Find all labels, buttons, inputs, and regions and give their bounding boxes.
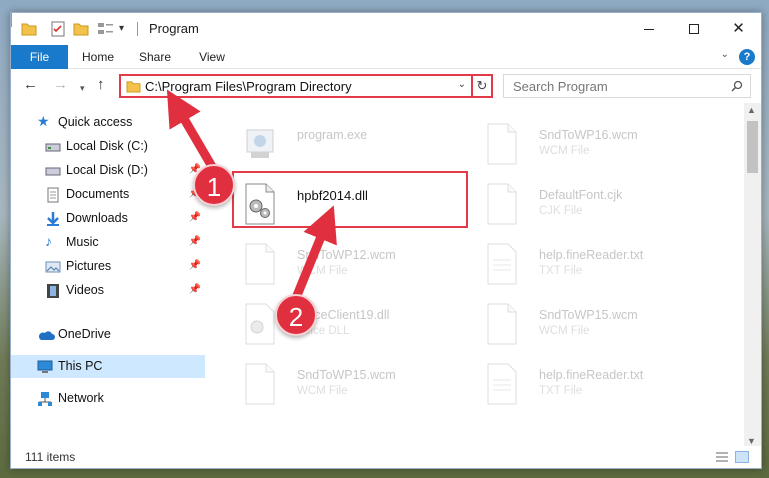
pin-icon[interactable]: 📌: [189, 260, 201, 271]
forward-arrow-icon[interactable]: →: [53, 77, 68, 93]
file-item[interactable]: help.fineReader.txt TXT File: [483, 357, 723, 415]
address-bar[interactable]: C:\Program Files\Program Directory ⌄: [119, 74, 473, 98]
file-icon: [245, 243, 275, 285]
customize-toolbar-chevron-icon[interactable]: ▾: [119, 21, 129, 37]
view-options-icon[interactable]: [97, 21, 115, 37]
downloads-icon: [47, 212, 59, 226]
sidebar-item-music[interactable]: ♪ Music 📌: [11, 231, 205, 254]
dll-gear-icon: [245, 303, 275, 345]
scroll-up-arrow-icon[interactable]: ▲: [747, 105, 756, 115]
up-arrow-icon[interactable]: ↑: [97, 77, 105, 93]
search-icon: [731, 80, 743, 92]
close-button[interactable]: ✕: [716, 13, 761, 45]
drive-icon: [45, 143, 61, 152]
recent-locations-chevron-icon[interactable]: ▾: [80, 80, 85, 96]
navigation-pane: ★ Quick access Local Disk (C:) Local Dis…: [11, 103, 207, 448]
file-item[interactable]: SndToWP15.wcm WCM File: [483, 297, 723, 355]
text-file-icon: [487, 243, 517, 285]
navigation-bar: ← → ▾ ↑ C:\Program Files\Program Directo…: [11, 69, 761, 103]
search-placeholder: Search Program: [513, 79, 608, 94]
vertical-scrollbar[interactable]: ▲ ▼: [744, 103, 761, 448]
ribbon-tabs: File Home Share View ⌄ ?: [11, 45, 761, 69]
sidebar-item-this-pc[interactable]: This PC: [11, 355, 205, 378]
tab-view[interactable]: View: [191, 45, 233, 69]
network-icon: [38, 392, 52, 406]
maximize-icon: [688, 24, 699, 35]
sidebar-item-onedrive[interactable]: OneDrive: [11, 323, 205, 346]
pin-icon[interactable]: 📌: [189, 212, 201, 223]
file-icon: [487, 303, 517, 345]
drive-icon: [45, 167, 61, 176]
title-divider: [137, 22, 138, 36]
scrollbar-thumb[interactable]: [747, 121, 758, 173]
videos-icon: [47, 284, 59, 298]
window-title: Program: [149, 21, 199, 36]
refresh-button[interactable]: ↻: [471, 74, 493, 98]
address-history-chevron-icon[interactable]: ⌄: [458, 79, 466, 90]
program-exe-icon: [246, 129, 274, 158]
text-file-icon: [487, 363, 517, 405]
documents-icon: [47, 187, 59, 203]
address-path: C:\Program Files\Program Directory: [145, 79, 352, 94]
cloud-icon: [38, 331, 55, 340]
file-item[interactable]: program.exe: [241, 117, 481, 175]
file-explorer-window: ▾ Program ✕ File Home Share View ⌄ ? ← →…: [10, 12, 762, 469]
quick-access-divider: [11, 13, 12, 27]
folder-icon[interactable]: [21, 21, 37, 37]
title-bar: ▾ Program ✕: [11, 13, 761, 45]
file-item[interactable]: help.fineReader.txt TXT File: [483, 237, 723, 295]
sidebar-item-quick-access[interactable]: ★ Quick access: [11, 111, 205, 134]
scroll-down-arrow-icon[interactable]: ▼: [747, 436, 756, 446]
tab-home[interactable]: Home: [76, 45, 120, 69]
sidebar-item-documents[interactable]: Documents 📌: [11, 183, 205, 206]
sidebar-item-videos[interactable]: Videos 📌: [11, 279, 205, 302]
file-icon: [487, 183, 517, 225]
new-folder-icon[interactable]: [73, 21, 89, 37]
pin-icon[interactable]: 📌: [189, 284, 201, 295]
pictures-icon: [45, 261, 61, 273]
step-2-badge: 2: [275, 294, 317, 336]
computer-icon: [37, 360, 53, 373]
sidebar-item-local-disk-c[interactable]: Local Disk (C:): [11, 135, 205, 158]
back-arrow-icon[interactable]: ←: [23, 77, 38, 93]
large-icons-view-icon[interactable]: [735, 451, 749, 463]
step-1-badge: 1: [193, 164, 235, 206]
properties-icon[interactable]: [51, 21, 65, 37]
file-item[interactable]: SndToWP12.wcm WCM File: [241, 237, 481, 295]
music-icon: ♪: [45, 233, 52, 249]
sidebar-item-local-disk-d[interactable]: Local Disk (D:) 📌: [11, 159, 205, 182]
minimize-icon: [643, 28, 654, 30]
file-list: program.exe hpbf2014.dll SndToWP12.wcm W…: [211, 103, 743, 448]
file-icon: [487, 123, 517, 165]
file-item[interactable]: DefaultFont.cjk CJK File: [483, 177, 723, 235]
star-icon: ★: [37, 113, 50, 129]
sidebar-item-downloads[interactable]: Downloads 📌: [11, 207, 205, 230]
sidebar-item-network[interactable]: Network: [11, 387, 205, 410]
expand-ribbon-chevron-icon[interactable]: ⌄: [721, 49, 729, 60]
search-input[interactable]: Search Program: [503, 74, 751, 98]
sidebar-item-pictures[interactable]: Pictures 📌: [11, 255, 205, 278]
pin-icon[interactable]: 📌: [189, 236, 201, 247]
tab-file[interactable]: File: [11, 45, 68, 69]
folder-icon: [126, 81, 141, 93]
item-count: 111 items: [25, 450, 76, 464]
details-view-icon[interactable]: [715, 451, 729, 463]
minimize-button[interactable]: [626, 13, 671, 45]
maximize-button[interactable]: [671, 13, 716, 45]
status-bar: 111 items: [11, 446, 761, 468]
tab-share[interactable]: Share: [131, 45, 179, 69]
file-item[interactable]: SndToWP16.wcm WCM File: [483, 117, 723, 175]
file-icon: [245, 363, 275, 405]
file-item[interactable]: SndToWP15.wcm WCM File: [241, 357, 481, 415]
highlight-box-dll-file: [232, 171, 468, 228]
help-icon[interactable]: ?: [739, 49, 755, 65]
